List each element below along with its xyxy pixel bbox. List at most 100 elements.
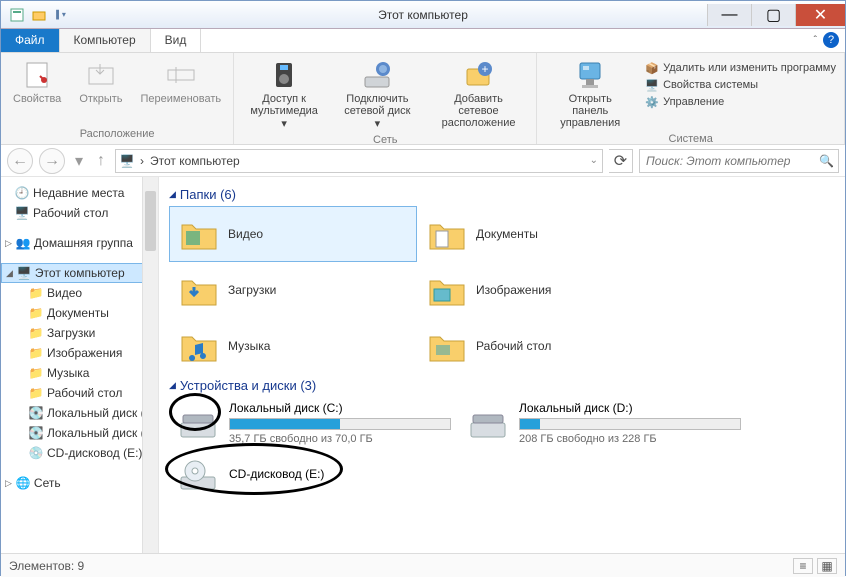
ribbon-group-network-label: Сеть: [242, 132, 528, 150]
pictures-folder-icon: 📁: [29, 346, 43, 360]
section-folders[interactable]: ◢Папки (6): [169, 183, 835, 206]
qat-new-folder-icon[interactable]: [31, 7, 47, 23]
sidebar-item-music[interactable]: 📁Музыка: [1, 363, 158, 383]
ribbon-properties-button[interactable]: Свойства: [9, 57, 65, 126]
folder-downloads[interactable]: Загрузки: [169, 262, 417, 318]
drive-c-free: 35,7 ГБ свободно из 70,0 ГБ: [229, 433, 451, 445]
drive-c[interactable]: Локальный диск (C:) 35,7 ГБ свободно из …: [169, 397, 459, 449]
qat-properties-icon[interactable]: [9, 7, 25, 23]
sidebar-item-downloads[interactable]: 📁Загрузки: [1, 323, 158, 343]
sidebar-item-desktop[interactable]: 🖥️Рабочий стол: [1, 203, 158, 223]
drive-d-name: Локальный диск (D:): [519, 401, 741, 415]
folder-documents[interactable]: Документы: [417, 206, 665, 262]
ribbon-add-network-location-button[interactable]: + Добавить сетевоерасположение: [429, 57, 529, 132]
sidebar-item-desktop-sub[interactable]: 📁Рабочий стол: [1, 383, 158, 403]
breadcrumb-current[interactable]: Этот компьютер: [150, 154, 240, 168]
svg-text:+: +: [481, 62, 488, 76]
expand-icon[interactable]: ▷: [5, 478, 12, 489]
drive-d-usage-bar: [519, 418, 741, 430]
music-folder-icon: 📁: [29, 366, 43, 380]
ribbon-group-system-label: Система: [545, 131, 836, 149]
nav-history-dropdown[interactable]: ▾: [71, 148, 87, 174]
nav-up-button[interactable]: ↑: [93, 148, 109, 174]
desktop-folder-icon: 📁: [29, 386, 43, 400]
folder-videos[interactable]: Видео: [169, 206, 417, 262]
title-bar: ▌▾ Этот компьютер — ▢ ✕: [1, 1, 845, 29]
folder-desktop[interactable]: Рабочий стол: [417, 318, 665, 374]
recent-icon: 🕘: [15, 186, 29, 200]
drive-d[interactable]: Локальный диск (D:) 208 ГБ свободно из 2…: [459, 397, 749, 449]
qat-dropdown-icon[interactable]: ▌▾: [53, 7, 69, 23]
section-drives[interactable]: ◢Устройства и диски (3): [169, 374, 835, 397]
desktop-icon: 🖥️: [15, 206, 29, 220]
ribbon-open-button[interactable]: Открыть: [75, 57, 126, 126]
video-folder-icon: 📁: [29, 286, 43, 300]
drive-e-cd[interactable]: CD-дисковод (E:): [169, 449, 459, 499]
ribbon-control-panel-button[interactable]: Открыть панельуправления: [545, 57, 635, 131]
documents-folder-icon: 📁: [29, 306, 43, 320]
ribbon-rename-button[interactable]: Переименовать: [137, 57, 226, 126]
drive-e-name: CD-дисковод (E:): [229, 467, 451, 481]
sidebar-item-videos[interactable]: 📁Видео: [1, 283, 158, 303]
folder-pictures[interactable]: Изображения: [417, 262, 665, 318]
sidebar-item-pictures[interactable]: 📁Изображения: [1, 343, 158, 363]
sidebar-scrollbar[interactable]: [142, 177, 158, 553]
sidebar-item-network[interactable]: ▷🌐Сеть: [1, 473, 158, 493]
sidebar-item-drive-d[interactable]: 💽Локальный диск (D:): [1, 423, 158, 443]
search-box[interactable]: 🔍: [639, 149, 839, 173]
sidebar-item-cd-drive[interactable]: 💿CD-дисковод (E:): [1, 443, 158, 463]
ribbon-group-location-label: Расположение: [9, 126, 225, 144]
ribbon-system-properties-button[interactable]: 🖥️Свойства системы: [645, 78, 836, 92]
nav-forward-button[interactable]: →: [39, 148, 65, 174]
monitor-icon: 🖥️: [645, 78, 659, 92]
downloads-folder-icon: 📁: [29, 326, 43, 340]
nav-back-button[interactable]: ←: [7, 148, 33, 174]
folder-music[interactable]: Музыка: [169, 318, 417, 374]
drive-c-usage-bar: [229, 418, 451, 430]
close-button[interactable]: ✕: [795, 4, 845, 26]
tab-view[interactable]: Вид: [151, 29, 202, 52]
ribbon: Свойства Открыть Переименовать Расположе…: [1, 53, 845, 145]
sidebar-item-recent[interactable]: 🕘Недавние места: [1, 183, 158, 203]
view-details-button[interactable]: ≡: [793, 558, 813, 574]
box-icon: 📦: [645, 61, 659, 75]
address-row: ← → ▾ ↑ 🖥️ › Этот компьютер ⌄ ⟳ 🔍: [1, 145, 845, 177]
status-bar: Элементов: 9 ≡ ▦: [1, 553, 845, 577]
tab-file[interactable]: Файл: [1, 29, 60, 52]
sidebar-item-homegroup[interactable]: ▷👥Домашняя группа: [1, 233, 158, 253]
ribbon-manage-button[interactable]: ⚙️Управление: [645, 95, 836, 109]
window-title: Этот компьютер: [378, 8, 468, 22]
expand-icon[interactable]: ▷: [5, 238, 12, 249]
search-icon[interactable]: 🔍: [819, 154, 834, 168]
refresh-button[interactable]: ⟳: [609, 149, 633, 173]
network-icon: 🌐: [16, 476, 30, 490]
tab-computer[interactable]: Компьютер: [60, 29, 151, 52]
sidebar: 🕘Недавние места 🖥️Рабочий стол ▷👥Домашня…: [1, 177, 159, 553]
help-icon[interactable]: ?: [823, 32, 839, 48]
ribbon-map-drive-button[interactable]: Подключитьсетевой диск ▾: [336, 57, 419, 132]
computer-icon: 🖥️: [17, 266, 31, 280]
sidebar-item-documents[interactable]: 📁Документы: [1, 303, 158, 323]
computer-icon: 🖥️: [120, 154, 134, 168]
ribbon-media-access-button[interactable]: Доступ кмультимедиа ▾: [242, 57, 326, 132]
ribbon-tabs: Файл Компьютер Вид ˆ ?: [1, 29, 845, 53]
ribbon-uninstall-button[interactable]: 📦Удалить или изменить программу: [645, 61, 836, 75]
collapse-icon[interactable]: ◢: [6, 268, 13, 279]
cd-icon: 💿: [29, 446, 43, 460]
chevron-down-icon: ◢: [169, 189, 176, 200]
homegroup-icon: 👥: [16, 236, 30, 250]
content-pane: ◢Папки (6) Видео Документы Загрузки Изоб…: [159, 177, 845, 553]
ribbon-collapse-icon[interactable]: ˆ: [814, 35, 817, 46]
sidebar-item-this-pc[interactable]: ◢🖥️Этот компьютер: [1, 263, 158, 283]
sidebar-item-drive-c[interactable]: 💽Локальный диск (C:): [1, 403, 158, 423]
maximize-button[interactable]: ▢: [751, 4, 795, 26]
drive-icon: 💽: [29, 426, 43, 440]
drive-d-free: 208 ГБ свободно из 228 ГБ: [519, 433, 741, 445]
search-input[interactable]: [644, 153, 819, 169]
view-icons-button[interactable]: ▦: [817, 558, 837, 574]
gear-icon: ⚙️: [645, 95, 659, 109]
drive-icon: 💽: [29, 406, 43, 420]
chevron-down-icon: ◢: [169, 380, 176, 391]
address-bar[interactable]: 🖥️ › Этот компьютер ⌄: [115, 149, 603, 173]
minimize-button[interactable]: —: [707, 4, 751, 26]
